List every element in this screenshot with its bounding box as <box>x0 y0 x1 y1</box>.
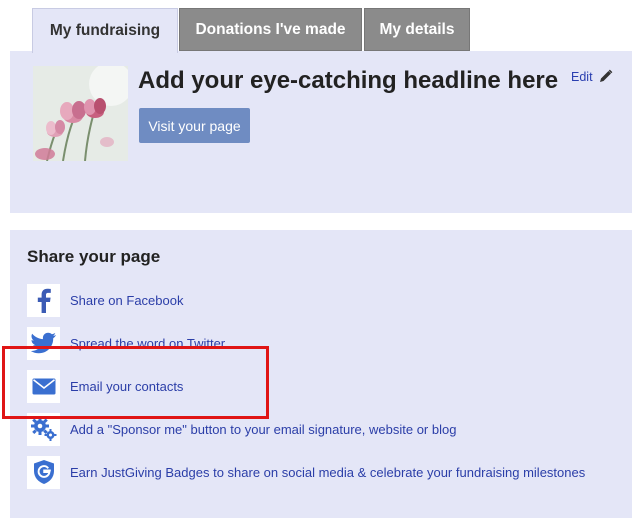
profile-panel: Add your eye-catching headline here Edit… <box>10 51 632 213</box>
edit-label: Edit <box>571 69 593 84</box>
pencil-icon <box>599 69 612 82</box>
gears-icon <box>27 412 60 446</box>
badge-icon <box>27 455 60 489</box>
visit-page-button[interactable]: Visit your page <box>139 108 250 143</box>
facebook-icon <box>27 283 60 317</box>
sponsor-button-label: Add a "Sponsor me" button to your email … <box>70 421 457 437</box>
badges-label: Earn JustGiving Badges to share on socia… <box>70 464 586 480</box>
email-icon <box>27 369 60 403</box>
sponsor-button-link[interactable]: Add a "Sponsor me" button to your email … <box>27 412 456 446</box>
share-email-link[interactable]: Email your contacts <box>27 369 183 403</box>
tab-my-details[interactable]: My details <box>364 8 470 51</box>
share-panel: Share your page Share on Facebook Spread… <box>10 230 632 518</box>
tab-donations-made[interactable]: Donations I've made <box>179 8 362 51</box>
share-facebook-label: Share on Facebook <box>70 292 184 308</box>
edit-headline-link[interactable]: Edit <box>571 69 613 84</box>
twitter-icon <box>27 326 60 360</box>
badges-link[interactable]: Earn JustGiving Badges to share on socia… <box>27 455 585 489</box>
page-headline: Add your eye-catching headline here <box>138 67 559 94</box>
share-title: Share your page <box>27 247 161 266</box>
share-email-label: Email your contacts <box>70 378 184 394</box>
share-facebook-link[interactable]: Share on Facebook <box>27 283 183 317</box>
share-twitter-label: Spread the word on Twitter <box>70 335 226 351</box>
tab-my-fundraising[interactable]: My fundraising <box>32 8 178 53</box>
share-twitter-link[interactable]: Spread the word on Twitter <box>27 326 225 360</box>
profile-photo[interactable] <box>33 66 128 161</box>
